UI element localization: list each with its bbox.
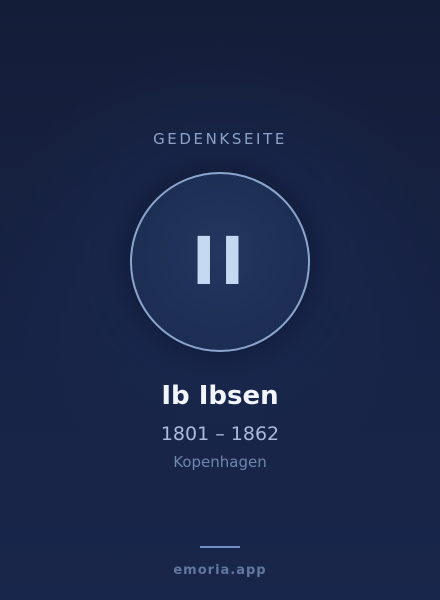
memorial-page: GEDENKSEITE II Ib Ibsen 1801 – 1862 Kope… — [0, 0, 440, 600]
brand-link[interactable]: emoria.app — [0, 563, 440, 578]
place-name: Kopenhagen — [173, 453, 267, 471]
life-dates: 1801 – 1862 — [160, 423, 280, 445]
footer-divider — [200, 546, 240, 548]
monogram-avatar: II — [130, 172, 310, 352]
monogram-initials: II — [191, 223, 249, 300]
person-name: Ib Ibsen — [161, 381, 279, 411]
page-kicker: GEDENKSEITE — [153, 130, 287, 148]
